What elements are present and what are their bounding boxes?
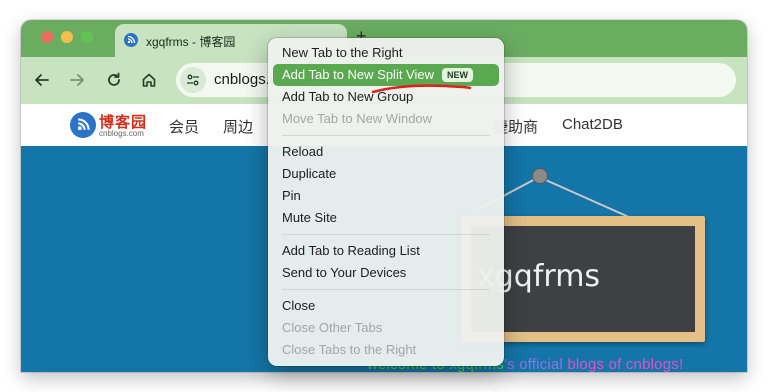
menu-item-add-group[interactable]: Add Tab to New Group xyxy=(273,86,499,108)
menu-item-mute-site[interactable]: Mute Site xyxy=(273,207,499,229)
forward-arrow-icon[interactable] xyxy=(67,70,87,90)
menu-item-move-window: Move Tab to New Window xyxy=(282,111,433,126)
nav-item-merch[interactable]: 周边 xyxy=(223,116,253,137)
new-badge: NEW xyxy=(442,68,473,82)
menu-item-add-split-view[interactable]: Add Tab to New Split View NEW xyxy=(273,64,499,86)
menu-separator xyxy=(282,289,490,290)
menu-separator xyxy=(282,135,490,136)
menu-item-new-tab-right[interactable]: New Tab to the Right xyxy=(273,42,499,64)
nail-icon xyxy=(532,168,548,184)
welcome-part-3: blogs of cnblogs! xyxy=(567,356,684,372)
home-icon[interactable] xyxy=(139,70,159,90)
cnblogs-favicon-icon xyxy=(124,33,138,47)
zoom-window-icon[interactable] xyxy=(81,31,93,43)
menu-item-close[interactable]: Close xyxy=(273,295,499,317)
menu-item-pin[interactable]: Pin xyxy=(273,185,499,207)
menu-separator xyxy=(282,234,490,235)
nav-item-members[interactable]: 会员 xyxy=(169,116,199,137)
nav-item-chat2db[interactable]: Chat2DB xyxy=(562,116,623,133)
tab-title: xgqfrms - 博客园 xyxy=(146,35,236,49)
tab-context-menu: New Tab to the Right Add Tab to New Spli… xyxy=(268,38,504,366)
menu-item-reload[interactable]: Reload xyxy=(273,141,499,163)
welcome-part-2: 's official xyxy=(503,356,568,372)
cnblogs-logo-icon xyxy=(70,112,96,138)
site-logo[interactable]: 博客园 cnblogs.com xyxy=(70,111,150,141)
menu-item-reading-list[interactable]: Add Tab to Reading List xyxy=(273,240,499,262)
menu-item-close-other: Close Other Tabs xyxy=(282,320,383,335)
back-arrow-icon[interactable] xyxy=(32,70,52,90)
close-window-icon[interactable] xyxy=(41,31,53,43)
logo-subtext: cnblogs.com xyxy=(99,129,144,138)
reload-icon[interactable] xyxy=(104,70,124,90)
menu-item-send-devices[interactable]: Send to Your Devices xyxy=(273,262,499,284)
menu-item-label: Add Tab to New Split View xyxy=(282,67,434,82)
menu-item-duplicate[interactable]: Duplicate xyxy=(273,163,499,185)
site-info-icon[interactable] xyxy=(180,67,206,93)
minimize-window-icon[interactable] xyxy=(61,31,73,43)
menu-item-close-right: Close Tabs to the Right xyxy=(282,342,417,357)
